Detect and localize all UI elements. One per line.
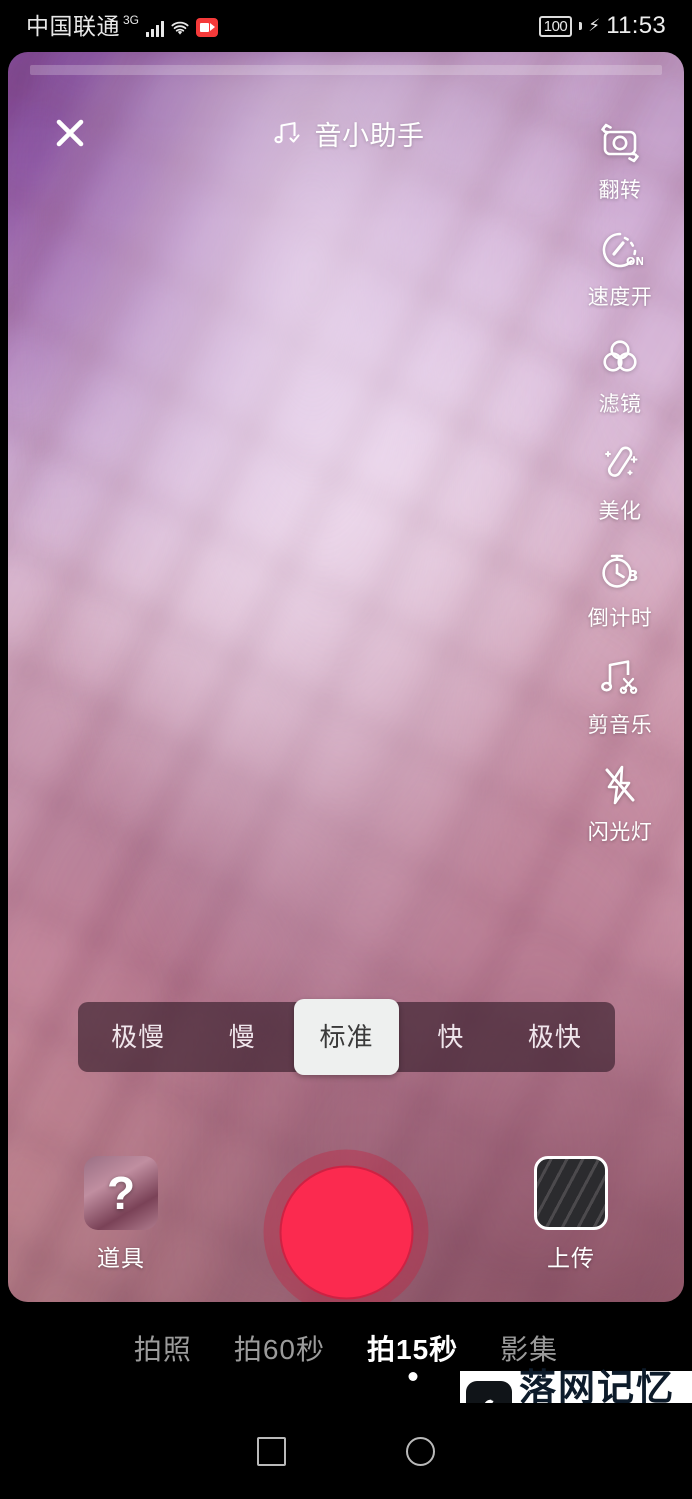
battery-level: 100 (543, 17, 568, 35)
square-recents-icon[interactable] (257, 1436, 286, 1466)
tool-cut-music-label: 剪音乐 (587, 714, 653, 737)
signal-bars-icon (146, 19, 165, 37)
tool-filter[interactable]: 滤镜 (564, 332, 676, 418)
tool-beautify-label: 美化 (598, 500, 642, 523)
close-icon (56, 119, 84, 147)
tool-flip-label: 翻转 (598, 179, 642, 202)
tool-rail: 翻转 ON 速度开 滤镜 美化 3 倒计时 剪音乐 闪光灯 (564, 118, 676, 867)
status-bar-left: 中国联通 3G (26, 12, 219, 39)
circle-home-icon[interactable] (406, 1436, 435, 1466)
music-title-label: 音小助手 (314, 120, 425, 151)
speed-option-slow[interactable]: 慢 (190, 1002, 294, 1072)
capture-controls: 道具 上传 (8, 1132, 684, 1302)
android-nav-bar (0, 1403, 692, 1499)
wifi-icon (169, 20, 191, 37)
carrier-name: 中国联通 (26, 12, 120, 39)
mode-tab-60s[interactable]: 拍60秒 (234, 1328, 325, 1368)
speed-selector: 极慢 慢 标准 快 极快 (78, 999, 615, 1075)
magic-wand-icon (595, 439, 645, 489)
record-button-inner (279, 1165, 413, 1299)
mode-tab-15s[interactable]: 拍15秒 (367, 1328, 458, 1381)
svg-text:3: 3 (628, 567, 638, 585)
speed-gauge-on-icon: ON (595, 225, 645, 275)
props-button[interactable]: 道具 (46, 1156, 196, 1273)
screen-recording-icon (196, 17, 219, 37)
mode-tab-album[interactable]: 影集 (500, 1328, 558, 1368)
watermark-title: 落网记忆 (519, 1365, 675, 1409)
props-thumbnail (84, 1156, 158, 1230)
tool-speed-label: 速度开 (587, 286, 653, 309)
upload-thumbnail (534, 1156, 608, 1230)
battery-nub-icon (579, 22, 583, 30)
upload-button[interactable]: 上传 (496, 1156, 646, 1273)
tool-flash-label: 闪光灯 (587, 821, 653, 844)
svg-text:ON: ON (626, 255, 643, 268)
flash-off-icon (595, 760, 645, 810)
speed-option-fast[interactable]: 快 (399, 1002, 503, 1072)
phone-screen: 中国联通 3G 100 ⚡ 11:53 音小助手 翻转 ON 速度开 滤镜 美化… (0, 0, 692, 1499)
tool-filter-label: 滤镜 (598, 393, 642, 416)
network-type-label: 3G (123, 12, 140, 27)
tool-countdown-label: 倒计时 (587, 607, 653, 630)
active-mode-dot (408, 1372, 418, 1381)
record-button[interactable] (263, 1149, 429, 1302)
tool-speed[interactable]: ON 速度开 (564, 225, 676, 311)
music-selector-button[interactable]: 音小助手 (274, 114, 425, 153)
status-bar-right: 100 ⚡ 11:53 (538, 12, 666, 40)
music-scissors-icon (595, 653, 645, 703)
battery-indicator: 100 (538, 15, 573, 37)
filter-circles-icon (595, 332, 645, 382)
speed-option-extra-fast[interactable]: 极快 (503, 1002, 607, 1072)
close-button[interactable] (48, 111, 92, 155)
camera-flip-icon (595, 118, 645, 168)
camera-preview[interactable]: 音小助手 翻转 ON 速度开 滤镜 美化 3 倒计时 剪音乐 闪光灯 极慢 慢 … (8, 52, 684, 1302)
tool-cut-music[interactable]: 剪音乐 (564, 653, 676, 739)
status-bar: 中国联通 3G 100 ⚡ 11:53 (0, 0, 692, 52)
tool-beautify[interactable]: 美化 (564, 439, 676, 525)
tool-countdown[interactable]: 3 倒计时 (564, 546, 676, 632)
charging-bolt-icon: ⚡ (588, 16, 601, 35)
status-clock: 11:53 (606, 12, 666, 39)
tool-flip[interactable]: 翻转 (564, 118, 676, 204)
music-note-check-icon (274, 122, 300, 144)
recording-progress-track (30, 65, 662, 75)
props-label: 道具 (97, 1245, 145, 1271)
tool-flash[interactable]: 闪光灯 (564, 760, 676, 846)
speed-option-extra-slow[interactable]: 极慢 (86, 1002, 190, 1072)
speed-option-standard[interactable]: 标准 (294, 999, 399, 1075)
upload-label: 上传 (547, 1245, 595, 1271)
timer-3-icon: 3 (595, 546, 645, 596)
mode-tab-photo[interactable]: 拍照 (134, 1328, 192, 1368)
